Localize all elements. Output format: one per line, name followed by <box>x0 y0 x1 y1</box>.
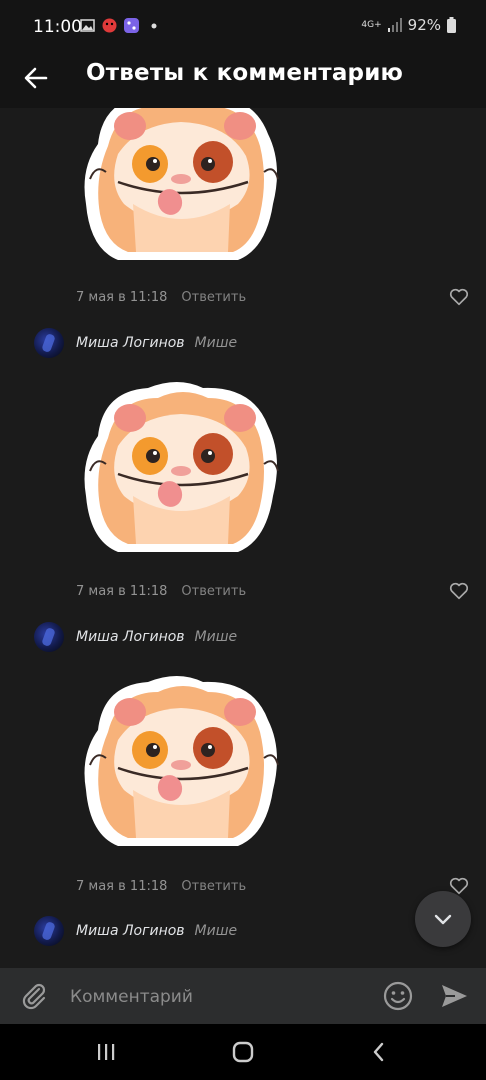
shortcut-icon <box>124 18 139 33</box>
avatar[interactable] <box>34 328 64 358</box>
status-right: 4G+ 92% <box>361 16 456 34</box>
reply-button[interactable]: Ответить <box>181 879 246 894</box>
recent-apps-icon <box>98 1044 115 1060</box>
chevron-left-icon <box>373 1042 384 1062</box>
avatar[interactable] <box>34 622 64 652</box>
comment-meta: 7 мая в 11:18 Ответить <box>76 580 470 602</box>
hamster-sticker[interactable] <box>78 670 284 850</box>
back-button[interactable] <box>18 60 54 96</box>
chevron-down-icon <box>434 914 452 925</box>
comment-date: 7 мая в 11:18 <box>76 583 168 599</box>
comment-author-row: Миша Логинов Мише <box>34 328 237 358</box>
author-name[interactable]: Миша Логинов <box>76 629 185 645</box>
comment-date: 7 мая в 11:18 <box>76 289 168 305</box>
home-icon <box>232 1041 254 1063</box>
heart-icon[interactable] <box>448 286 470 308</box>
page-title: Ответы к комментарию <box>86 60 404 86</box>
battery-percent: 92% <box>407 16 441 34</box>
app-header: Ответы к комментарию <box>0 52 486 108</box>
comment-meta: 7 мая в 11:18 Ответить <box>76 875 470 897</box>
smile-icon[interactable] <box>382 980 414 1012</box>
hamster-sticker[interactable] <box>78 376 284 556</box>
system-nav-bar <box>0 1024 486 1080</box>
notification-dot-icon <box>151 23 157 29</box>
comment-composer <box>0 968 486 1024</box>
network-type: 4G+ <box>361 19 382 30</box>
app-notification-icon <box>102 18 117 33</box>
battery-icon <box>447 17 456 33</box>
reply-button[interactable]: Ответить <box>181 584 246 599</box>
replies-feed[interactable]: 7 мая в 11:18 Ответить Миша Логинов Мише… <box>0 108 486 968</box>
comment-input[interactable] <box>68 982 372 1012</box>
home-button[interactable] <box>228 1038 258 1066</box>
gallery-icon <box>80 19 95 32</box>
hamster-sticker[interactable] <box>78 108 284 264</box>
back-nav-button[interactable] <box>364 1038 394 1066</box>
status-time: 11:00 <box>33 17 82 37</box>
signal-icon <box>387 18 402 32</box>
heart-icon[interactable] <box>448 580 470 602</box>
scroll-down-button[interactable] <box>415 891 471 947</box>
arrow-left-icon <box>24 67 48 89</box>
author-name[interactable]: Миша Логинов <box>76 923 185 939</box>
reply-button[interactable]: Ответить <box>181 290 246 305</box>
comment-date: 7 мая в 11:18 <box>76 878 168 894</box>
avatar[interactable] <box>34 916 64 946</box>
reply-to-name[interactable]: Мише <box>195 629 238 645</box>
recent-apps-button[interactable] <box>91 1038 121 1066</box>
comment-meta: 7 мая в 11:18 Ответить <box>76 286 470 308</box>
comment-author-row: Миша Логинов Мише <box>34 916 237 946</box>
send-icon[interactable] <box>438 980 470 1012</box>
reply-to-name[interactable]: Мише <box>195 335 238 351</box>
comment-author-row: Миша Логинов Мише <box>34 622 237 652</box>
status-bar: 11:00 4G+ 92% <box>0 0 486 52</box>
reply-to-name[interactable]: Мише <box>195 923 238 939</box>
paperclip-icon[interactable] <box>18 980 50 1012</box>
author-name[interactable]: Миша Логинов <box>76 335 185 351</box>
